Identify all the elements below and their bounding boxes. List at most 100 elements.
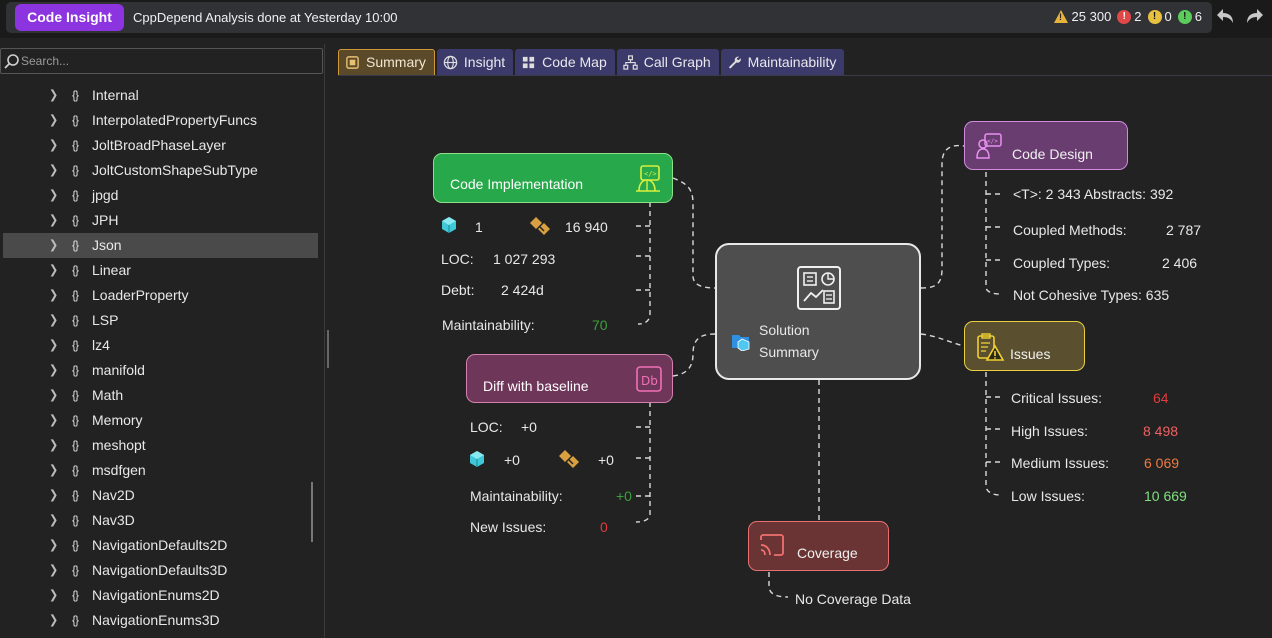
diff-maint-value: +0 [616,488,632,504]
tree-item-label: manifold [92,362,145,378]
forward-icon[interactable] [1244,6,1266,28]
chevron-right-icon[interactable]: ❯ [49,82,58,110]
chevron-right-icon[interactable]: ❯ [49,207,58,235]
coverage-card[interactable]: Coverage [748,521,889,571]
project-cube-icon [470,451,484,467]
chevron-right-icon[interactable]: ❯ [49,407,58,435]
code-design-card[interactable]: </> Code Design [964,121,1128,170]
warning-count: 25 300 [1071,9,1112,24]
chevron-right-icon[interactable]: ❯ [49,607,58,635]
pane-splitter[interactable] [327,330,329,368]
low-issues-value: 10 669 [1144,488,1187,504]
tree-item[interactable]: ❯ {} Memory [0,408,325,433]
warning-icon: ! [1053,10,1068,23]
chevron-right-icon[interactable]: ❯ [49,257,58,285]
tree-item[interactable]: ❯ {} lz4 [0,333,325,358]
design-coupled-methods-label: Coupled Methods: [1013,222,1127,238]
critical-issues-value: 64 [1153,390,1169,406]
chevron-right-icon[interactable]: ❯ [49,507,58,535]
chevron-right-icon[interactable]: ❯ [49,382,58,410]
namespace-icon: {} [72,163,79,177]
namespace-icon: {} [72,488,79,502]
tree-item[interactable]: ❯ {} LoaderProperty [0,283,325,308]
chevron-right-icon[interactable]: ❯ [49,107,58,135]
code-implementation-card[interactable]: Code Implementation </> [433,153,673,203]
main-panel: Summary Insight Code Map Call Graph Main… [338,44,1272,638]
tree-scrollbar[interactable] [311,482,313,542]
tree-item-label: LSP [92,312,119,328]
back-icon[interactable] [1214,6,1236,28]
tree-item[interactable]: ❯ {} Nav3D [0,508,325,533]
analysis-status: CppDepend Analysis done at Yesterday 10:… [133,10,398,25]
tree-item-label: NavigationEnums3D [92,612,220,628]
namespace-icon: {} [72,113,79,127]
tree-item[interactable]: ❯ {} JPH [0,208,325,233]
svg-text:Db: Db [641,374,658,388]
high-issues-value: 8 498 [1143,423,1179,439]
types-icon [559,450,579,468]
search-input[interactable] [21,52,311,70]
tree-item-label: jpgd [92,187,119,203]
tree-item[interactable]: ❯ {} Nav2D [0,483,325,508]
tree-item[interactable]: ❯ {} LSP [0,308,325,333]
tree-item-label: LoaderProperty [92,287,189,303]
tree-item[interactable]: ❯ {} Internal [0,83,325,108]
chevron-right-icon[interactable]: ❯ [49,232,58,260]
tree-item-label: NavigationEnums2D [92,587,220,603]
chevron-right-icon[interactable]: ❯ [49,432,58,460]
low-issues-label: Low Issues: [1011,488,1085,504]
impl-projects-value: 1 [475,219,483,235]
tree-item[interactable]: ❯ {} meshopt [0,433,325,458]
tree-item-label: Nav3D [92,512,135,528]
tree-item[interactable]: ❯ {} jpgd [0,183,325,208]
tree-item[interactable]: ❯ {} NavigationEnums3D [0,608,325,633]
tree-item[interactable]: ❯ {} NavigationDefaults2D [0,533,325,558]
tree-item[interactable]: ❯ {} manifold [0,358,325,383]
svg-text:</>: </> [644,170,657,178]
tree-item-label: NavigationDefaults2D [92,537,228,553]
code-insight-button[interactable]: Code Insight [15,4,124,31]
namespace-icon: {} [72,563,79,577]
critical-issues-label: Critical Issues: [1011,390,1103,406]
chevron-right-icon[interactable]: ❯ [49,482,58,510]
solution-icon [732,335,750,351]
tree-item[interactable]: ❯ {} msdfgen [0,458,325,483]
chevron-right-icon[interactable]: ❯ [49,457,58,485]
tree-item[interactable]: ❯ {} JoltBroadPhaseLayer [0,133,325,158]
chevron-right-icon[interactable]: ❯ [49,307,58,335]
tree-item[interactable]: ❯ {} JoltCustomShapeSubType [0,158,325,183]
search-box [0,48,323,74]
tree-item[interactable]: ❯ {} Json [3,233,318,258]
diff-types-value: +0 [598,452,614,468]
tree-item-label: Nav2D [92,487,135,503]
namespace-icon: {} [72,613,79,627]
impl-debt-label: Debt: [441,282,475,298]
database-diff-icon: Db [636,366,662,392]
chevron-right-icon[interactable]: ❯ [49,357,58,385]
chevron-right-icon[interactable]: ❯ [49,182,58,210]
issue-counts[interactable]: ! 25 300 ! 2 ! 0 ! 6 [1053,9,1202,24]
chevron-right-icon[interactable]: ❯ [49,157,58,185]
tree-item[interactable]: ❯ {} NavigationEnums2D [0,583,325,608]
tree-item[interactable]: ❯ {} Linear [0,258,325,283]
namespace-icon: {} [72,238,79,252]
coverage-note: No Coverage Data [795,591,911,607]
impl-loc-value: 1 027 293 [493,251,556,267]
design-coupled-methods-value: 2 787 [1166,222,1202,238]
chevron-right-icon[interactable]: ❯ [49,532,58,560]
chevron-right-icon[interactable]: ❯ [49,332,58,360]
chevron-right-icon[interactable]: ❯ [49,582,58,610]
tree-item[interactable]: ❯ {} InterpolatedPropertyFuncs [0,108,325,133]
tree-item-label: meshopt [92,437,146,453]
chevron-right-icon[interactable]: ❯ [49,282,58,310]
chevron-right-icon[interactable]: ❯ [49,132,58,160]
design-not-cohesive: Not Cohesive Types: 635 [1013,287,1170,303]
app-window: Code Insight CppDepend Analysis done at … [0,0,1272,638]
namespace-icon: {} [72,138,79,152]
issues-card[interactable]: Issues [964,321,1085,371]
tree-item[interactable]: ❯ {} NavigationDefaults3D [0,558,325,583]
chevron-right-icon[interactable]: ❯ [49,557,58,585]
diff-baseline-card[interactable]: Diff with baseline Db [466,354,673,403]
tree-item[interactable]: ❯ {} Math [0,383,325,408]
namespace-icon: {} [72,213,79,227]
